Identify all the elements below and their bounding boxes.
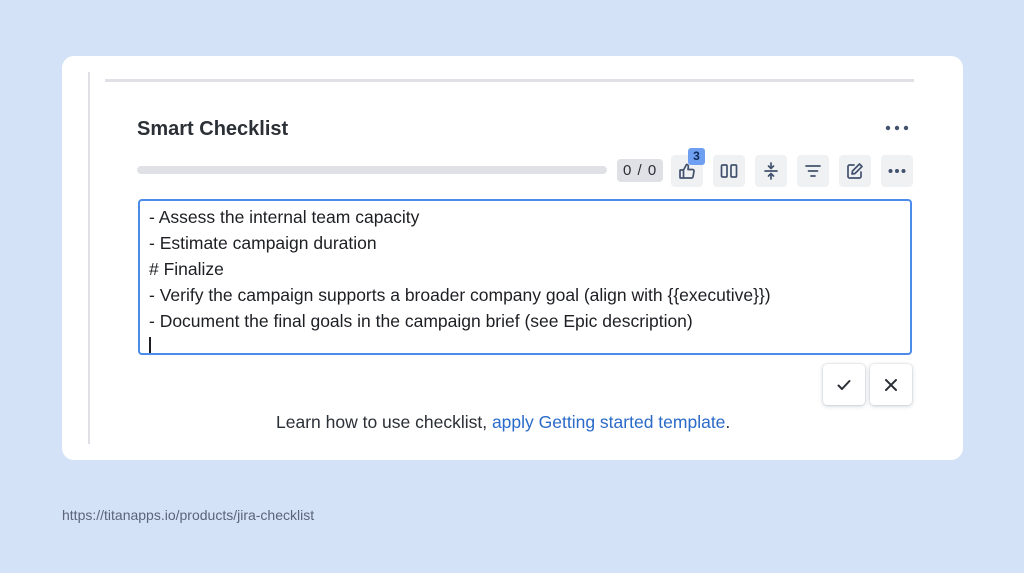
editor-line: - Document the final goals in the campai… bbox=[149, 311, 693, 331]
help-text-suffix: . bbox=[725, 412, 731, 432]
collapse-button[interactable] bbox=[755, 155, 787, 187]
filter-button[interactable] bbox=[797, 155, 829, 187]
footer-url: https://titanapps.io/products/jira-check… bbox=[62, 507, 315, 523]
editor-line: - Assess the internal team capacity bbox=[149, 207, 420, 227]
checklist-card: Smart Checklist 0 / 0 3 - Assess the int… bbox=[62, 56, 963, 460]
toolbar-more-button[interactable] bbox=[881, 155, 913, 187]
top-divider bbox=[105, 79, 914, 82]
close-icon bbox=[885, 378, 897, 391]
columns-button[interactable] bbox=[713, 155, 745, 187]
editor-line: - Estimate campaign duration bbox=[149, 233, 377, 253]
text-caret bbox=[149, 337, 151, 353]
collapse-icon bbox=[764, 162, 778, 180]
columns-icon bbox=[720, 164, 738, 178]
progress-counter: 0 / 0 bbox=[617, 159, 664, 182]
more-icon bbox=[888, 169, 906, 173]
cancel-button[interactable] bbox=[870, 364, 912, 405]
check-icon bbox=[837, 379, 851, 390]
filter-icon bbox=[805, 165, 821, 177]
progress-bar bbox=[137, 166, 607, 174]
editor-line: # Finalize bbox=[149, 259, 224, 279]
help-line: Learn how to use checklist, apply Gettin… bbox=[276, 412, 730, 433]
checklist-editor[interactable]: - Assess the internal team capacity - Es… bbox=[138, 199, 912, 355]
edit-icon bbox=[847, 163, 863, 179]
editor-line: - Verify the campaign supports a broader… bbox=[149, 285, 771, 305]
help-text-prefix: Learn how to use checklist, bbox=[276, 412, 492, 432]
edit-button[interactable] bbox=[839, 155, 871, 187]
header-more-button[interactable] bbox=[880, 114, 914, 142]
left-divider bbox=[88, 72, 90, 444]
confirm-button[interactable] bbox=[823, 364, 865, 405]
more-icon bbox=[885, 125, 909, 131]
badge-count: 3 bbox=[688, 148, 705, 165]
getting-started-link[interactable]: apply Getting started template bbox=[492, 412, 725, 432]
thumbs-up-button[interactable]: 3 bbox=[671, 148, 705, 187]
checklist-title: Smart Checklist bbox=[137, 118, 289, 140]
